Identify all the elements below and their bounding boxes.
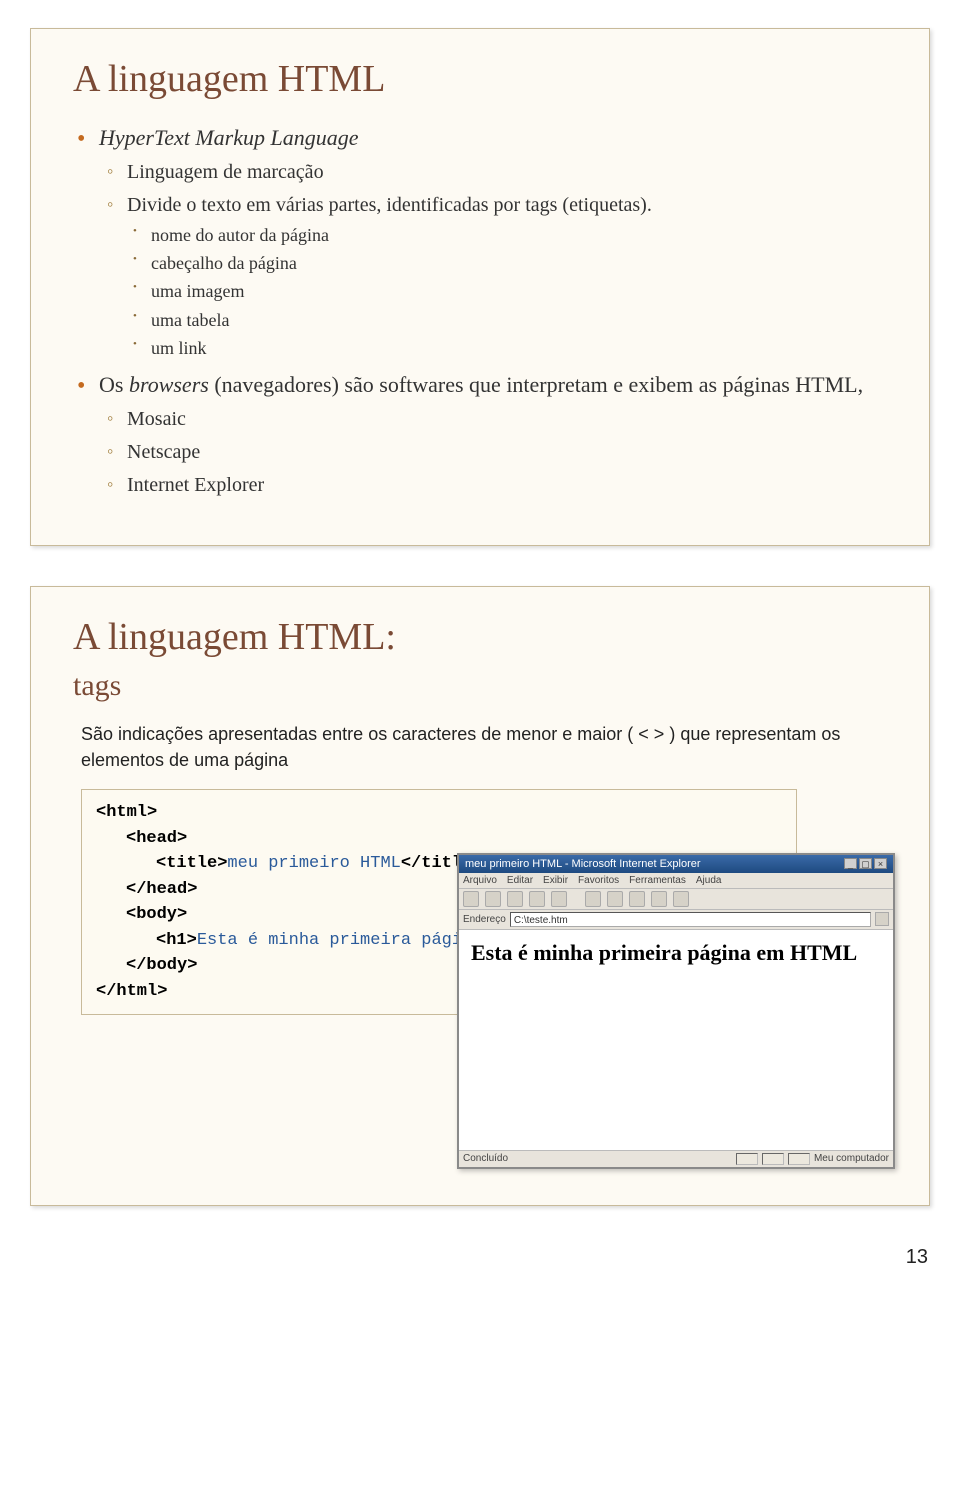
sub-list: Mosaic Netscape Internet Explorer	[99, 406, 887, 499]
favorites-icon[interactable]	[607, 891, 623, 907]
refresh-icon[interactable]	[529, 891, 545, 907]
sub-text: Linguagem de marcação	[127, 161, 324, 183]
sub-sub-text: cabeçalho da página	[151, 253, 297, 273]
slide-1: A linguagem HTML HyperText Markup Langua…	[30, 28, 930, 546]
code-line: </head>	[126, 880, 197, 899]
browser-toolbar	[459, 889, 893, 910]
menu-item[interactable]: Ajuda	[696, 875, 722, 886]
window-controls: _ ▢ ×	[844, 858, 887, 869]
back-icon[interactable]	[463, 891, 479, 907]
sub-list: Linguagem de marcação Divide o texto em …	[99, 159, 887, 360]
sub-item: Netscape	[105, 439, 887, 466]
menu-item[interactable]: Exibir	[543, 875, 568, 886]
status-right-group: Meu computador	[736, 1153, 889, 1165]
status-left: Concluído	[463, 1153, 508, 1164]
bullet-item: HyperText Markup Language Linguagem de m…	[73, 123, 887, 360]
slide-paragraph: São indicações apresentadas entre os car…	[81, 721, 887, 773]
address-input[interactable]: C:\teste.htm	[510, 912, 871, 927]
code-text: meu primeiro HTML	[227, 854, 400, 873]
code-line: </html>	[96, 982, 167, 1001]
browser-addressbar: Endereço C:\teste.htm	[459, 910, 893, 930]
code-line: <head>	[126, 829, 187, 848]
menu-item[interactable]: Ferramentas	[629, 875, 686, 886]
sub-item: Divide o texto em várias partes, identif…	[105, 192, 887, 360]
sub-sub-list: nome do autor da página cabeçalho da pág…	[127, 223, 887, 360]
menu-item[interactable]: Editar	[507, 875, 533, 886]
browser-title-text: meu primeiro HTML - Microsoft Internet E…	[465, 858, 701, 870]
slide-title: A linguagem HTML	[73, 57, 887, 101]
sub-sub-item: uma imagem	[131, 279, 887, 303]
sub-sub-text: uma imagem	[151, 281, 244, 301]
sub-sub-item: um link	[131, 336, 887, 360]
browser-statusbar: Concluído Meu computador	[459, 1150, 893, 1167]
sub-sub-item: uma tabela	[131, 308, 887, 332]
maximize-icon[interactable]: ▢	[859, 858, 872, 869]
sub-sub-text: um link	[151, 338, 207, 358]
bullet-text-italic: browsers	[129, 372, 209, 397]
bullet-text-pre: Os	[99, 372, 129, 397]
sub-sub-item: cabeçalho da página	[131, 251, 887, 275]
close-icon[interactable]: ×	[874, 858, 887, 869]
code-line: <html>	[96, 803, 157, 822]
print-icon[interactable]	[673, 891, 689, 907]
sub-item: Internet Explorer	[105, 472, 887, 499]
menu-item[interactable]: Favoritos	[578, 875, 619, 886]
slide-subtitle: tags	[73, 669, 887, 703]
sub-item: Linguagem de marcação	[105, 159, 887, 186]
home-icon[interactable]	[551, 891, 567, 907]
stop-icon[interactable]	[507, 891, 523, 907]
sub-text: Netscape	[127, 441, 200, 463]
status-cell	[788, 1153, 810, 1165]
go-icon[interactable]	[875, 912, 889, 926]
minimize-icon[interactable]: _	[844, 858, 857, 869]
code-line: <body>	[126, 905, 187, 924]
code-line: </body>	[126, 956, 197, 975]
browser-menubar: Arquivo Editar Exibir Favoritos Ferramen…	[459, 873, 893, 889]
slide-2: A linguagem HTML: tags São indicações ap…	[30, 586, 930, 1206]
status-cell	[736, 1153, 758, 1165]
menu-item[interactable]: Arquivo	[463, 875, 497, 886]
browser-viewport: Esta é minha primeira página em HTML	[459, 930, 893, 1150]
sub-text: Internet Explorer	[127, 474, 264, 496]
browser-window: meu primeiro HTML - Microsoft Internet E…	[457, 853, 895, 1169]
sub-text: Divide o texto em várias partes, identif…	[127, 194, 652, 216]
address-label: Endereço	[463, 914, 506, 925]
status-cell	[762, 1153, 784, 1165]
browser-titlebar: meu primeiro HTML - Microsoft Internet E…	[459, 855, 893, 873]
bullet-item: Os browsers (navegadores) são softwares …	[73, 370, 887, 499]
mail-icon[interactable]	[651, 891, 667, 907]
page-heading: Esta é minha primeira página em HTML	[471, 940, 881, 966]
code-tag: <h1>	[156, 931, 197, 950]
sub-text: Mosaic	[127, 408, 186, 430]
slide-title: A linguagem HTML:	[73, 615, 887, 659]
sub-sub-text: uma tabela	[151, 310, 229, 330]
bullet-list: HyperText Markup Language Linguagem de m…	[73, 123, 887, 499]
sub-sub-text: nome do autor da página	[151, 225, 329, 245]
bullet-text: HyperText Markup Language	[99, 125, 359, 150]
bullet-text-post: (navegadores) são softwares que interpre…	[209, 372, 863, 397]
sub-sub-item: nome do autor da página	[131, 223, 887, 247]
search-icon[interactable]	[585, 891, 601, 907]
forward-icon[interactable]	[485, 891, 501, 907]
code-tag: <title>	[156, 854, 227, 873]
page-number: 13	[0, 1246, 928, 1269]
status-right-text: Meu computador	[814, 1153, 889, 1164]
history-icon[interactable]	[629, 891, 645, 907]
sub-item: Mosaic	[105, 406, 887, 433]
